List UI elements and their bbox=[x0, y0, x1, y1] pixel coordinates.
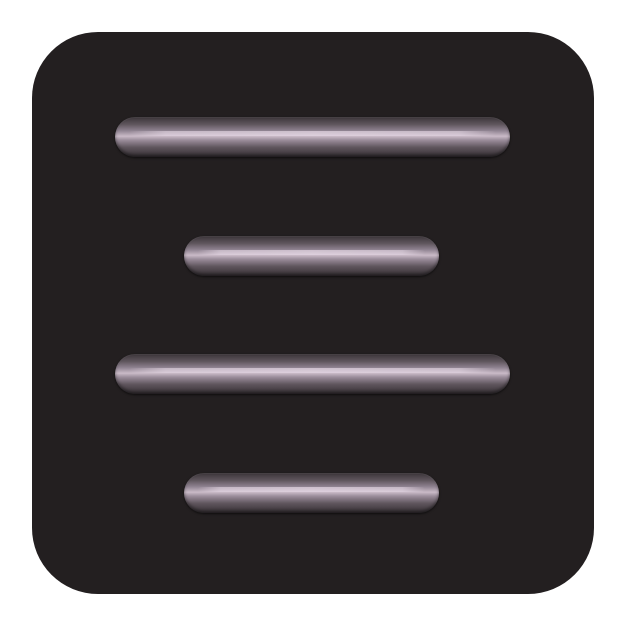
icon-canvas bbox=[0, 0, 626, 626]
text-line-long-2-icon bbox=[115, 354, 510, 394]
text-line-short-1-icon bbox=[184, 236, 439, 276]
text-line-short-2-icon bbox=[184, 473, 439, 513]
text-line-long-1-icon bbox=[115, 117, 510, 157]
